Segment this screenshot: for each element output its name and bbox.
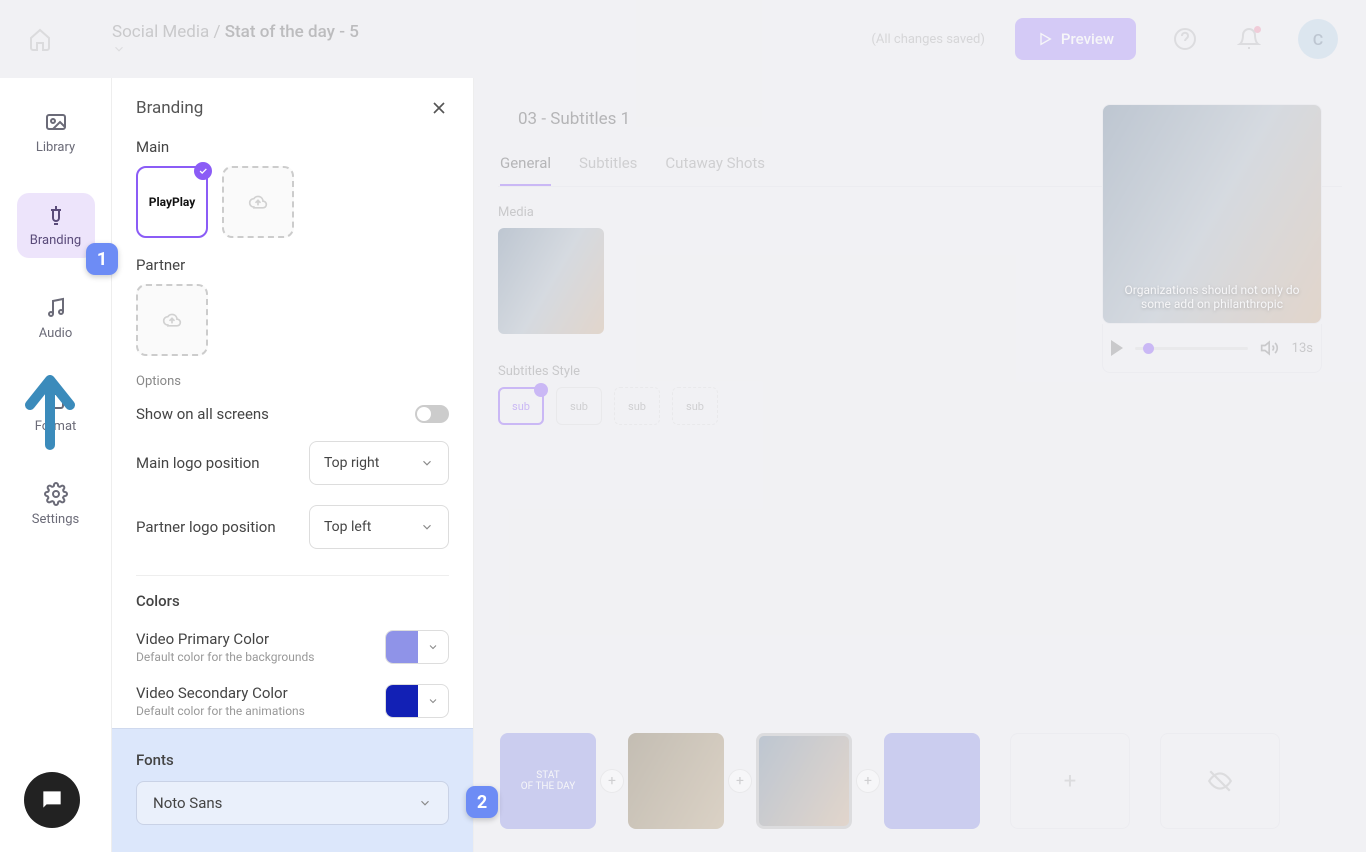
subtitle-style-2[interactable]: sub: [556, 387, 602, 425]
branding-panel: Branding Main PlayPlay Partner Options S…: [112, 78, 474, 852]
primary-color-label: Video Primary Color: [136, 630, 375, 648]
timeline-slide-3[interactable]: [756, 733, 852, 829]
partner-logo-label: Partner: [136, 256, 449, 274]
check-icon: [194, 162, 212, 180]
nav-branding[interactable]: Branding: [17, 193, 95, 258]
subtitle-style-3[interactable]: sub: [614, 387, 660, 425]
secondary-color-label: Video Secondary Color: [136, 684, 375, 702]
subtitle-style-1[interactable]: sub: [498, 387, 544, 425]
main-logo-position-select[interactable]: Top right: [309, 441, 449, 485]
partner-logo-position-label: Partner logo position: [136, 518, 299, 536]
add-slide-button[interactable]: +: [600, 769, 624, 793]
tab-cutaway[interactable]: Cutaway Shots: [665, 154, 765, 186]
timeline-slide-4[interactable]: [884, 733, 980, 829]
arrow-annotation: [10, 360, 90, 450]
timeline: STAT OF THE DAY + + + +: [500, 728, 1342, 834]
add-slide-button[interactable]: +: [728, 769, 752, 793]
nav-audio[interactable]: Audio: [17, 286, 95, 351]
timeline-slide-2[interactable]: [628, 733, 724, 829]
volume-icon[interactable]: [1260, 338, 1280, 358]
close-icon[interactable]: [429, 98, 449, 118]
secondary-color-sub: Default color for the animations: [136, 704, 375, 718]
breadcrumb-folder: Social Media: [112, 22, 209, 42]
video-preview[interactable]: Organizations should not only do some ad…: [1102, 104, 1322, 324]
step-badge-1: 1: [86, 243, 118, 275]
chat-fab[interactable]: [24, 772, 80, 828]
secondary-color-picker[interactable]: [385, 684, 449, 718]
hidden-slide[interactable]: [1160, 733, 1280, 829]
tab-subtitles[interactable]: Subtitles: [579, 154, 637, 186]
preview-caption: Organizations should not only do some ad…: [1115, 283, 1309, 311]
show-all-screens-toggle[interactable]: [415, 405, 449, 423]
seek-bar[interactable]: [1135, 347, 1248, 350]
font-select[interactable]: Noto Sans: [136, 781, 449, 825]
add-slide-big[interactable]: +: [1010, 733, 1130, 829]
timeline-slide-1[interactable]: STAT OF THE DAY: [500, 733, 596, 829]
add-partner-logo[interactable]: [136, 284, 208, 356]
primary-color-sub: Default color for the backgrounds: [136, 650, 375, 664]
home-icon[interactable]: [28, 27, 52, 51]
duration: 13s: [1292, 341, 1313, 356]
panel-title: Branding: [136, 98, 203, 118]
bell-icon[interactable]: [1234, 24, 1264, 54]
subtitle-style-4[interactable]: sub: [672, 387, 718, 425]
step-badge-2: 2: [466, 786, 498, 818]
chevron-down-icon[interactable]: [112, 42, 369, 56]
avatar[interactable]: C: [1298, 19, 1338, 59]
media-thumbnail[interactable]: [498, 228, 604, 334]
main-logo-label: Main: [136, 138, 449, 156]
partner-logo-position-select[interactable]: Top left: [309, 505, 449, 549]
main-logo-position-label: Main logo position: [136, 454, 299, 472]
preview-button[interactable]: Preview: [1015, 18, 1136, 60]
options-label: Options: [136, 374, 449, 389]
breadcrumb[interactable]: Social Media / Stat of the day - 5: [112, 22, 369, 56]
main-logo-slot[interactable]: PlayPlay: [136, 166, 208, 238]
primary-color-picker[interactable]: [385, 630, 449, 664]
nav-settings[interactable]: Settings: [17, 472, 95, 537]
fonts-label: Fonts: [136, 751, 449, 769]
add-slide-button[interactable]: +: [856, 769, 880, 793]
colors-label: Colors: [136, 592, 449, 610]
breadcrumb-name: Stat of the day - 5: [225, 22, 359, 42]
show-all-screens-label: Show on all screens: [136, 405, 269, 423]
tab-general[interactable]: General: [500, 154, 551, 186]
play-icon[interactable]: [1111, 340, 1123, 356]
save-status: (All changes saved): [871, 32, 984, 47]
help-icon[interactable]: [1170, 24, 1200, 54]
left-nav: Library Branding Audio Format Settings: [0, 78, 112, 852]
add-main-logo[interactable]: [222, 166, 294, 238]
nav-library[interactable]: Library: [17, 100, 95, 165]
